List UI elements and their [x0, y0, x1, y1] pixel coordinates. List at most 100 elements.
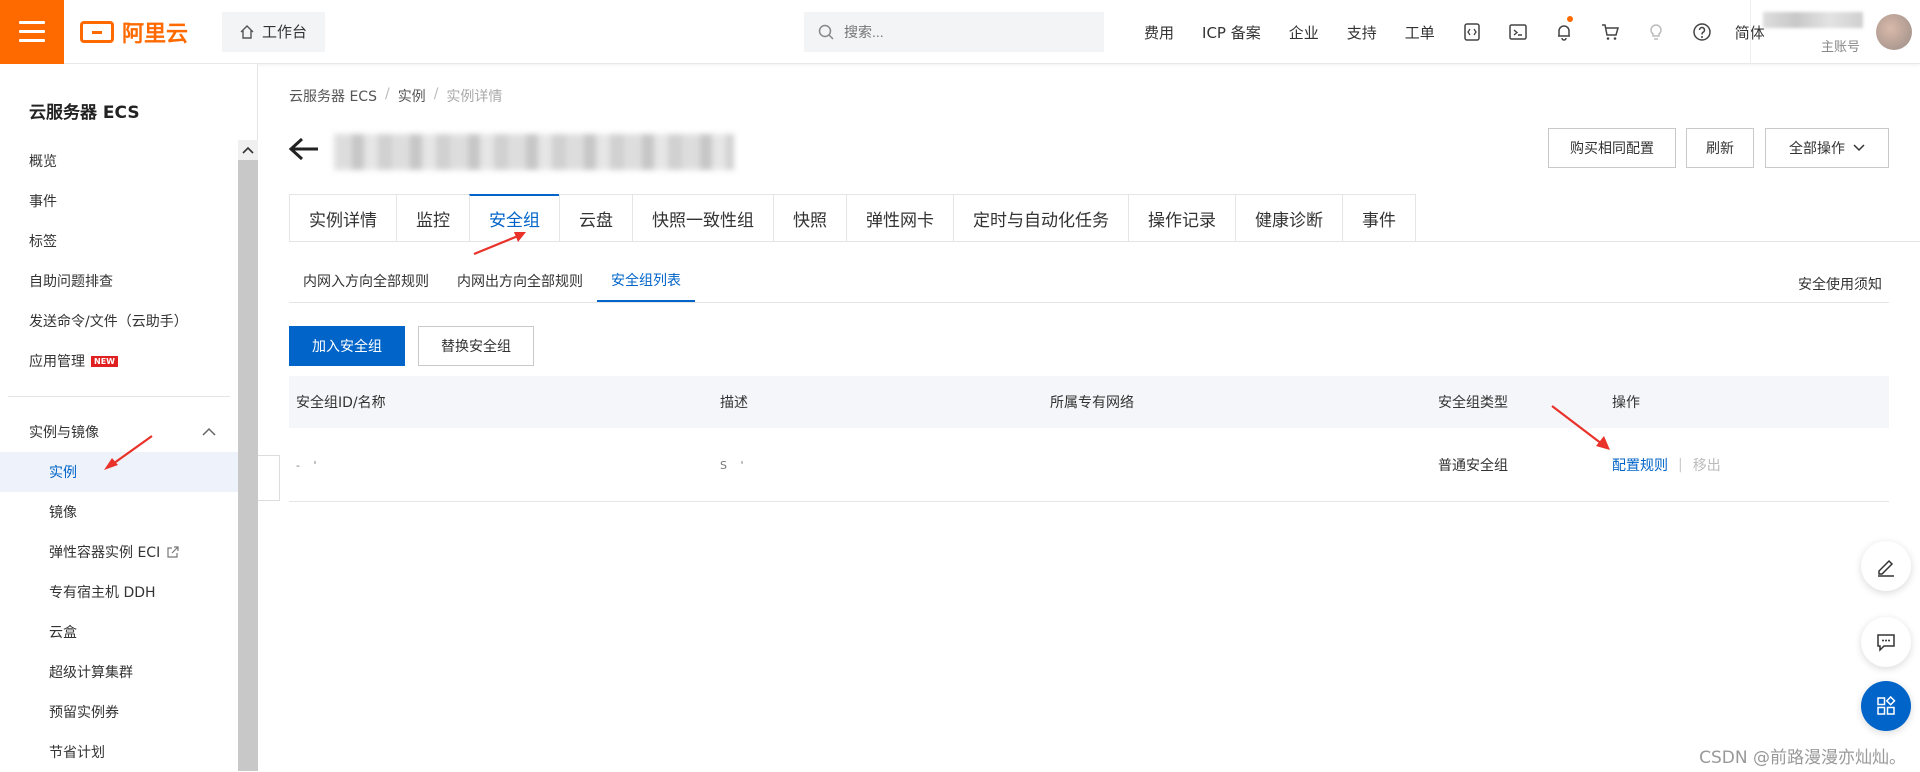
subtab-security-group-list[interactable]: 安全组列表 [597, 260, 695, 302]
tab-operation-logs[interactable]: 操作记录 [1128, 194, 1235, 242]
link-fees[interactable]: 费用 [1130, 22, 1188, 43]
link-support[interactable]: 支持 [1333, 22, 1391, 43]
help-icon[interactable] [1679, 0, 1725, 64]
sidebar-item-tags[interactable]: 标签 [0, 221, 238, 261]
breadcrumb-ecs[interactable]: 云服务器 ECS [289, 86, 377, 106]
sidebar-scrollbar-thumb[interactable] [238, 160, 258, 771]
csdn-watermark: CSDN @前路漫漫亦灿灿。 [1699, 748, 1906, 768]
avatar[interactable] [1876, 14, 1912, 50]
back-arrow-icon[interactable] [288, 134, 320, 168]
terminal-icon[interactable] [1495, 0, 1541, 64]
link-ticket[interactable]: 工单 [1391, 22, 1449, 43]
tabs-divider [289, 241, 1920, 242]
all-operations-label: 全部操作 [1789, 141, 1845, 157]
external-link-icon [167, 545, 179, 558]
aliyun-logo[interactable]: 阿里云 [80, 16, 188, 48]
tab-security-groups[interactable]: 安全组 [469, 194, 559, 242]
breadcrumb-instances[interactable]: 实例 [398, 86, 426, 106]
sidebar-item-supercomputing[interactable]: 超级计算集群 [0, 652, 238, 692]
notification-dot [1566, 16, 1573, 22]
sidebar-item-cloud-box[interactable]: 云盒 [0, 612, 238, 652]
link-icp[interactable]: ICP 备案 [1188, 22, 1275, 43]
search-input[interactable] [844, 24, 1084, 40]
account-area[interactable]: 主账号 [1750, 0, 1920, 64]
security-group-id[interactable]: - ' [296, 459, 322, 472]
workbench-label: 工作台 [262, 23, 308, 41]
sidebar-item-images[interactable]: 镜像 [0, 492, 238, 532]
lightbulb-icon[interactable] [1633, 0, 1679, 64]
tab-snapshots[interactable]: 快照 [773, 194, 846, 242]
sidebar-title: 云服务器 ECS [29, 103, 140, 123]
sidebar-divider [8, 396, 230, 397]
apps-grid-icon [1877, 695, 1896, 715]
scroll-up-icon[interactable] [238, 140, 258, 160]
sidebar-item-reserved-instances[interactable]: 预留实例券 [0, 692, 238, 732]
breadcrumb-separator: / [384, 86, 390, 102]
edit-feedback-button[interactable] [1861, 541, 1911, 591]
join-security-group-button[interactable]: 加入安全组 [289, 326, 405, 366]
code-icon[interactable] [1449, 0, 1495, 64]
security-subtabs: 内网入方向全部规则 内网出方向全部规则 安全组列表 [289, 260, 695, 302]
sidebar-item-overview[interactable]: 概览 [0, 141, 238, 181]
search-icon [818, 24, 834, 40]
breadcrumb: 云服务器 ECS / 实例 / 实例详情 [289, 86, 502, 106]
sidebar-item-cloud-assistant[interactable]: 发送命令/文件（云助手） [0, 301, 238, 341]
sidebar-item-savings-plan[interactable]: 节省计划 [0, 732, 238, 772]
logo-mark-icon [80, 20, 114, 43]
new-badge: NEW [91, 355, 118, 367]
search-box[interactable] [804, 12, 1104, 52]
configure-rules-link[interactable]: 配置规则 [1612, 455, 1668, 475]
tab-eni[interactable]: 弹性网卡 [846, 194, 953, 242]
cart-icon[interactable] [1587, 0, 1633, 64]
pencil-icon [1878, 559, 1894, 577]
security-notice-link[interactable]: 安全使用须知 [1798, 274, 1882, 294]
security-group-description: S ' [720, 458, 749, 472]
subtab-outbound-rules[interactable]: 内网出方向全部规则 [443, 260, 597, 302]
col-header-vpc: 所属专有网络 [1050, 395, 1134, 411]
home-icon [240, 24, 254, 39]
subtabs-divider [289, 302, 1889, 303]
security-group-table: 安全组ID/名称 描述 所属专有网络 安全组类型 操作 - ' S ' 普通安全… [289, 376, 1889, 502]
table-header: 安全组ID/名称 描述 所属专有网络 安全组类型 操作 [289, 376, 1889, 428]
chat-button[interactable] [1861, 617, 1911, 667]
col-header-actions: 操作 [1612, 395, 1640, 411]
refresh-button[interactable]: 刷新 [1686, 128, 1754, 168]
tab-snapshot-consistency-groups[interactable]: 快照一致性组 [632, 194, 773, 242]
action-separator: | [1678, 456, 1683, 473]
tab-health-diagnosis[interactable]: 健康诊断 [1235, 194, 1342, 242]
remove-link[interactable]: 移出 [1693, 455, 1721, 475]
account-name-redacted [1763, 12, 1863, 28]
col-header-description: 描述 [720, 395, 748, 411]
tab-scheduled-tasks[interactable]: 定时与自动化任务 [953, 194, 1128, 242]
chat-icon [1877, 634, 1895, 652]
menu-icon[interactable] [0, 0, 64, 64]
instance-name-redacted [334, 134, 734, 170]
sidebar-item-troubleshoot[interactable]: 自助问题排查 [0, 261, 238, 301]
chevron-up-icon [202, 427, 216, 436]
workbench-button[interactable]: 工作台 [222, 11, 326, 52]
sidebar-item-eci[interactable]: 弹性容器实例 ECI [0, 532, 238, 572]
sidebar-item-instances[interactable]: 实例 [0, 452, 238, 492]
sidebar-item-app-management[interactable]: 应用管理 NEW [0, 341, 238, 381]
tab-monitoring[interactable]: 监控 [396, 194, 469, 242]
tab-instance-details[interactable]: 实例详情 [289, 194, 396, 242]
all-operations-dropdown[interactable]: 全部操作 [1765, 128, 1889, 168]
link-enterprise[interactable]: 企业 [1275, 22, 1333, 43]
security-group-type: 普通安全组 [1438, 457, 1508, 474]
brand-name: 阿里云 [122, 21, 189, 47]
sidebar-group-instances-images[interactable]: 实例与镜像 [0, 412, 238, 452]
bell-icon[interactable] [1541, 0, 1587, 64]
col-header-type: 安全组类型 [1438, 395, 1508, 411]
subtab-inbound-rules[interactable]: 内网入方向全部规则 [289, 260, 443, 302]
sidebar-item-ddh[interactable]: 专有宿主机 DDH [0, 572, 238, 612]
col-header-id-name: 安全组ID/名称 [296, 395, 386, 411]
tab-events[interactable]: 事件 [1342, 194, 1416, 242]
apps-button[interactable] [1861, 681, 1911, 731]
buy-same-config-button[interactable]: 购买相同配置 [1548, 128, 1676, 168]
chevron-down-icon [1853, 144, 1865, 152]
replace-security-group-button[interactable]: 替换安全组 [418, 326, 534, 366]
table-row: - ' S ' 普通安全组 配置规则 | 移出 [289, 428, 1889, 502]
sidebar-item-events[interactable]: 事件 [0, 181, 238, 221]
detail-tabs: 实例详情 监控 安全组 云盘 快照一致性组 快照 弹性网卡 定时与自动化任务 操… [289, 194, 1416, 242]
tab-disks[interactable]: 云盘 [559, 194, 632, 242]
